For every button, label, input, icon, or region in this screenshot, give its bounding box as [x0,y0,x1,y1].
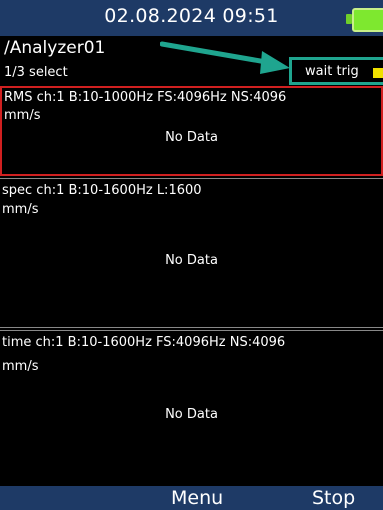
no-data-message: No Data [165,407,218,422]
spectrum-measurement-panel[interactable]: spec ch:1 B:10-1600Hz L:1600 mm/s No Dat… [0,178,383,328]
panel-header: time ch:1 B:10-1600Hz FS:4096Hz NS:4096 [2,335,286,350]
trigger-status: wait trig [305,64,359,79]
panel-header: spec ch:1 B:10-1600Hz L:1600 [2,183,202,198]
selection-indicator: 1/3 select [4,65,68,80]
rms-measurement-panel[interactable]: RMS ch:1 B:10-1000Hz FS:4096Hz NS:4096 m… [0,86,383,176]
softkey-bar: Menu Stop [0,486,383,510]
panel-unit: mm/s [4,108,41,123]
no-data-message: No Data [165,130,218,145]
annotation-arrow-icon [160,41,290,74]
battery-full-icon [352,8,383,32]
status-bar: 02.08.2024 09:51 [0,0,383,36]
time-measurement-panel[interactable]: time ch:1 B:10-1600Hz FS:4096Hz NS:4096 … [0,330,383,486]
trigger-status-led [373,68,383,78]
panel-unit: mm/s [2,202,39,217]
no-data-message: No Data [165,253,218,268]
panel-header: RMS ch:1 B:10-1000Hz FS:4096Hz NS:4096 [4,90,287,105]
datetime: 02.08.2024 09:51 [104,5,279,27]
analyzer-title: /Analyzer01 [4,38,106,58]
panel-unit: mm/s [2,359,39,374]
menu-button[interactable]: Menu [171,486,223,510]
stop-button[interactable]: Stop [312,486,355,510]
